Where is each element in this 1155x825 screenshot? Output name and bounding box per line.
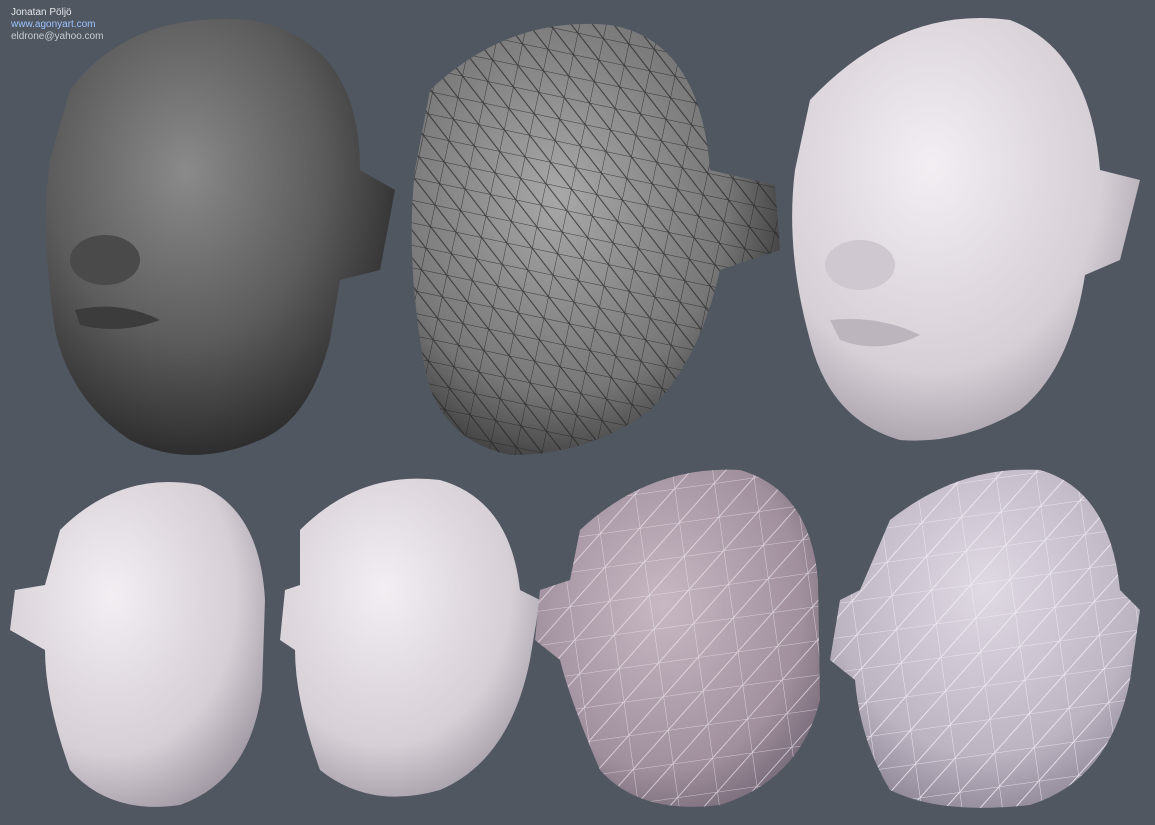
lowpoly-wireframe-head xyxy=(411,23,780,455)
wireframe-back-head xyxy=(830,469,1140,808)
wireframe-overlay-head xyxy=(535,469,820,807)
website-link[interactable]: www.agonyart.com xyxy=(11,19,103,31)
dark-sculpt-head xyxy=(46,18,395,455)
light-head-side xyxy=(10,482,265,807)
email-address: eldrone@yahoo.com xyxy=(11,31,104,42)
author-name: Jonatan Pöljö xyxy=(11,7,72,18)
light-sculpt-head xyxy=(792,17,1140,441)
credits-block: Jonatan Pöljö www.agonyart.com eldrone@y… xyxy=(11,7,103,43)
render-gallery xyxy=(10,17,1140,808)
light-head-front xyxy=(280,478,540,797)
